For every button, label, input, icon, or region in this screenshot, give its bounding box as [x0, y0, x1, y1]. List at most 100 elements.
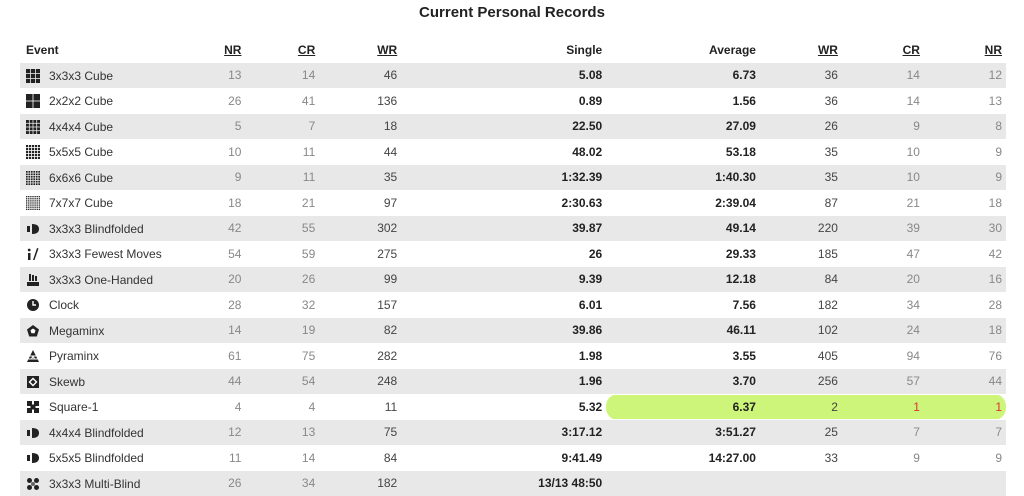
single-nr-cell: 9 — [204, 164, 246, 190]
average-nr-cell: 42 — [923, 240, 1006, 267]
average-wr-cell: 25 — [759, 419, 842, 445]
average-time-cell[interactable] — [606, 470, 760, 496]
average-wr-cell: 102 — [759, 317, 842, 343]
event-cell[interactable]: Square-1 — [20, 393, 205, 420]
cube-444-icon — [26, 119, 40, 134]
event-name[interactable]: 3x3x3 Multi-Blind — [49, 477, 140, 491]
event-cell[interactable]: Clock — [20, 291, 205, 318]
average-time-cell[interactable]: 53.18 — [606, 138, 760, 165]
average-time-cell[interactable]: 6.73 — [606, 62, 760, 88]
event-name[interactable]: 3x3x3 One-Handed — [49, 273, 153, 287]
table-row: 3x3x3 One-Handed 20 26 99 9.39 12.18 84 20 16 — [20, 266, 1006, 292]
event-cell[interactable]: 3x3x3 Blindfolded — [20, 215, 205, 241]
event-cell[interactable]: 3x3x3 One-Handed — [20, 266, 205, 292]
event-cell[interactable]: Pyraminx — [20, 342, 205, 369]
table-row: 3x3x3 Multi-Blind 26 34 182 13/13 48:50 — [20, 470, 1006, 496]
single-time-cell[interactable]: 1.98 — [401, 342, 607, 369]
event-cell[interactable]: Megaminx — [20, 317, 205, 343]
event-cell[interactable]: 2x2x2 Cube — [20, 87, 205, 114]
single-time-cell[interactable]: 22.50 — [401, 113, 607, 139]
table-row: 4x4x4 Cube 5 7 18 22.50 27.09 26 9 8 — [20, 113, 1006, 139]
average-time-cell[interactable]: 14:27.00 — [606, 444, 760, 471]
event-name[interactable]: Megaminx — [49, 324, 104, 338]
average-nr-cell: 9 — [923, 138, 1006, 165]
event-cell[interactable]: 4x4x4 Blindfolded — [20, 419, 205, 445]
single-time-cell[interactable]: 3:17.12 — [401, 419, 607, 445]
event-name[interactable]: 3x3x3 Blindfolded — [49, 222, 144, 236]
single-wr-cell: 35 — [319, 164, 402, 190]
event-cell[interactable]: 4x4x4 Cube — [20, 113, 205, 139]
single-time-cell[interactable]: 5.32 — [401, 393, 607, 420]
event-name[interactable]: 4x4x4 Cube — [49, 120, 113, 134]
header-cr[interactable]: CR — [245, 38, 319, 63]
event-cell[interactable]: 6x6x6 Cube — [20, 164, 205, 190]
average-time-cell[interactable]: 3:51.27 — [606, 419, 760, 445]
single-time-cell[interactable]: 1:32.39 — [401, 164, 607, 190]
single-time-cell[interactable]: 26 — [401, 240, 607, 267]
event-name[interactable]: 5x5x5 Cube — [49, 145, 113, 159]
single-time-cell[interactable]: 2:30.63 — [401, 189, 607, 216]
fewest-moves-icon — [26, 247, 40, 261]
average-time-cell[interactable]: 3.70 — [606, 368, 760, 394]
header-average-cr[interactable]: CR — [842, 38, 924, 63]
average-wr-cell: 36 — [759, 87, 842, 114]
event-name[interactable]: Clock — [49, 298, 79, 312]
single-time-cell[interactable]: 13/13 48:50 — [401, 470, 607, 496]
average-time-cell[interactable]: 7.56 — [606, 291, 760, 318]
single-nr-cell: 12 — [204, 419, 246, 445]
event-name[interactable]: Skewb — [49, 375, 85, 389]
average-time-cell[interactable]: 6.37 — [606, 393, 760, 420]
average-time-cell[interactable]: 49.14 — [606, 215, 760, 241]
header-average-nr[interactable]: NR — [924, 38, 1006, 63]
header-average-wr[interactable]: WR — [760, 38, 842, 63]
single-time-cell[interactable]: 9:41.49 — [401, 444, 607, 471]
average-nr-cell: 18 — [923, 317, 1006, 343]
event-cell[interactable]: 3x3x3 Cube — [20, 62, 205, 88]
event-cell[interactable]: Skewb — [20, 368, 205, 394]
average-time-cell[interactable]: 29.33 — [606, 240, 760, 267]
event-cell[interactable]: 5x5x5 Cube — [20, 138, 205, 165]
single-time-cell[interactable]: 6.01 — [401, 291, 607, 318]
average-time-cell[interactable]: 12.18 — [606, 266, 760, 292]
header-average: Average — [709, 43, 756, 57]
single-time-cell[interactable]: 5.08 — [401, 62, 607, 88]
average-time-cell[interactable]: 1:40.30 — [606, 164, 760, 190]
average-time-cell[interactable]: 27.09 — [606, 113, 760, 139]
event-name[interactable]: 7x7x7 Cube — [49, 196, 113, 210]
table-row: Pyraminx 61 75 282 1.98 3.55 405 94 76 — [20, 342, 1006, 369]
single-cr-cell: 75 — [245, 342, 320, 369]
event-name[interactable]: Square-1 — [49, 400, 98, 414]
single-time-cell[interactable]: 48.02 — [401, 138, 607, 165]
average-time-cell[interactable]: 2:39.04 — [606, 189, 760, 216]
event-name[interactable]: 3x3x3 Cube — [49, 69, 113, 83]
single-nr-cell: 4 — [204, 393, 246, 420]
blindfolded-555-icon — [26, 451, 40, 465]
single-time-cell[interactable]: 0.89 — [401, 87, 607, 114]
average-nr-cell: 12 — [923, 62, 1006, 88]
event-cell[interactable]: 7x7x7 Cube — [20, 189, 205, 216]
single-time-cell[interactable]: 39.87 — [401, 215, 607, 241]
single-time-cell[interactable]: 9.39 — [401, 266, 607, 292]
single-nr-cell: 13 — [204, 62, 246, 88]
event-name[interactable]: 5x5x5 Blindfolded — [49, 451, 144, 465]
single-time-cell[interactable]: 39.86 — [401, 317, 607, 343]
cube-777-icon — [26, 196, 40, 211]
single-cr-cell: 55 — [245, 215, 320, 241]
event-name[interactable]: Pyraminx — [49, 349, 99, 363]
single-cr-cell: 54 — [245, 368, 320, 394]
event-name[interactable]: 2x2x2 Cube — [49, 94, 113, 108]
event-name[interactable]: 3x3x3 Fewest Moves — [49, 247, 162, 261]
average-time-cell[interactable]: 46.11 — [606, 317, 760, 343]
event-cell[interactable]: 5x5x5 Blindfolded — [20, 444, 205, 471]
header-wr[interactable]: WR — [319, 38, 401, 63]
event-name[interactable]: 6x6x6 Cube — [49, 171, 113, 185]
header-nr[interactable]: NR — [204, 38, 245, 63]
single-time-cell[interactable]: 1.96 — [401, 368, 607, 394]
average-time-cell[interactable]: 1.56 — [606, 87, 760, 114]
event-cell[interactable]: 3x3x3 Multi-Blind — [20, 470, 205, 496]
event-name[interactable]: 4x4x4 Blindfolded — [49, 426, 144, 440]
table-row: 5x5x5 Blindfolded 11 14 84 9:41.49 14:27.00 33… — [20, 444, 1006, 471]
average-time-cell[interactable]: 3.55 — [606, 342, 760, 369]
average-wr-cell: 35 — [759, 138, 842, 165]
event-cell[interactable]: 3x3x3 Fewest Moves — [20, 240, 205, 267]
